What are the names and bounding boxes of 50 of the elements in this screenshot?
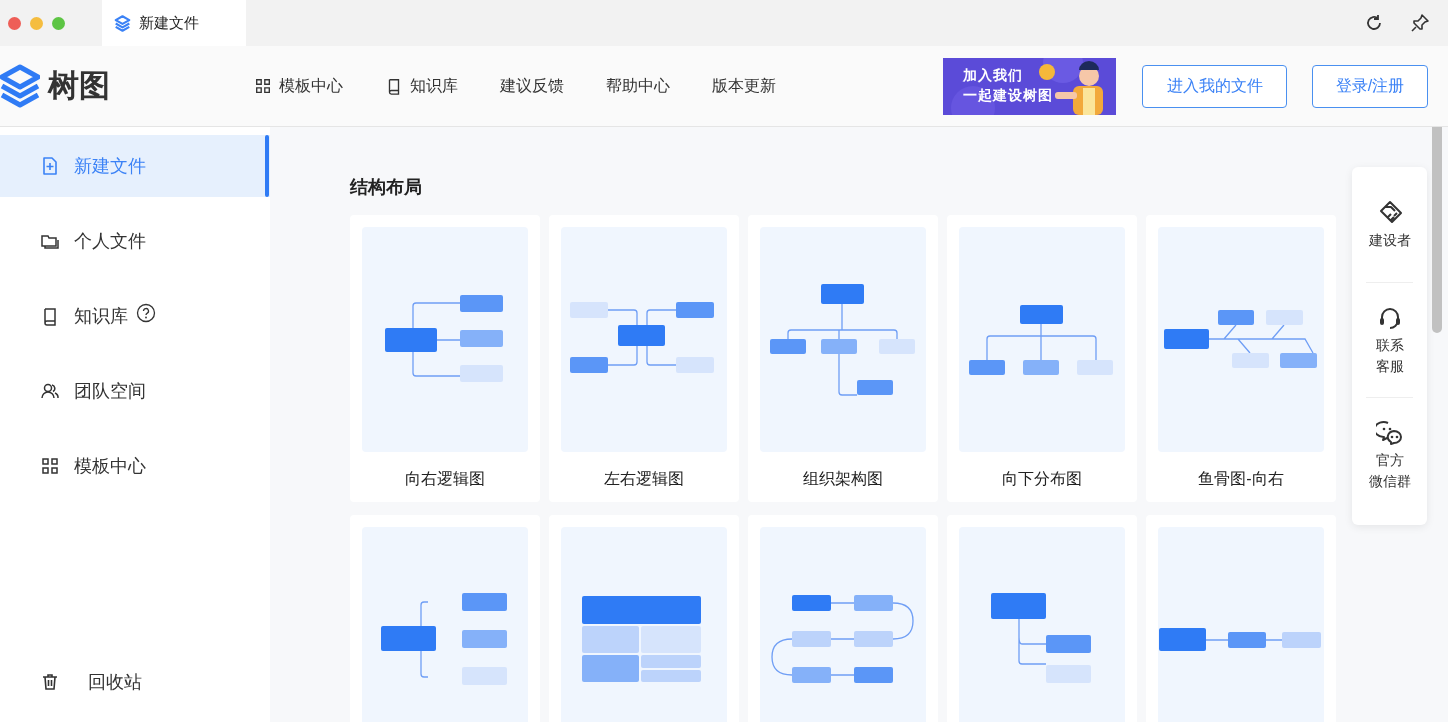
grid-icon — [254, 77, 272, 95]
logo-icon — [114, 14, 131, 32]
nav-link[interactable]: 模板中心 — [254, 74, 343, 98]
nav-link[interactable]: 版本更新 — [712, 74, 776, 98]
template-card[interactable]: 向下分布图 — [947, 215, 1137, 502]
card-label: 鱼骨图-向右 — [1197, 469, 1285, 489]
close-window-button[interactable] — [8, 16, 21, 30]
my-files-button[interactable]: 进入我的文件 — [1142, 64, 1287, 108]
login-button[interactable]: 登录/注册 — [1312, 64, 1428, 108]
scrollbar-thumb[interactable] — [1432, 127, 1442, 333]
template-card[interactable]: 向右逻辑图 — [350, 215, 540, 502]
sidebar-item[interactable]: 个人文件 — [0, 210, 270, 272]
reload-icon[interactable] — [1364, 13, 1384, 33]
template-card[interactable]: 鱼骨图-向右 — [1146, 215, 1336, 502]
banner-text: 一起建设树图 — [963, 85, 1053, 105]
logo-icon — [0, 63, 40, 109]
nav-link[interactable]: 建议反馈 — [500, 74, 564, 98]
nav-link[interactable]: 知识库 — [385, 74, 458, 98]
card-label: 向右逻辑图 — [404, 469, 486, 489]
browser-tab[interactable]: 新建文件 — [102, 0, 246, 46]
card-label: 向下分布图 — [1001, 469, 1083, 489]
template-card[interactable] — [1146, 515, 1336, 722]
template-card[interactable] — [947, 515, 1137, 722]
template-card[interactable] — [748, 515, 938, 722]
template-card[interactable]: 组织架构图 — [748, 215, 938, 502]
sidebar-item[interactable]: 模板中心 — [0, 435, 270, 497]
sidebar-item[interactable]: 知识库 — [0, 285, 270, 347]
trash-icon — [40, 672, 60, 692]
card-label: 组织架构图 — [802, 469, 884, 489]
users-icon — [40, 381, 60, 401]
nav-link[interactable]: 帮助中心 — [606, 74, 670, 98]
banner-text: 加入我们 — [963, 65, 1024, 85]
section-title: 结构布局 — [350, 176, 423, 199]
template-card[interactable] — [549, 515, 739, 722]
pin-icon[interactable] — [1410, 13, 1430, 33]
template-card[interactable] — [350, 515, 540, 722]
template-card[interactable]: 左右逻辑图 — [549, 215, 739, 502]
file-plus-icon — [40, 156, 60, 176]
help-icon[interactable] — [136, 303, 156, 323]
sidebar-item[interactable]: 回收站 — [0, 662, 270, 702]
selection-bar — [265, 135, 269, 197]
side-action-button[interactable]: 官方 微信群 — [1366, 397, 1413, 512]
grid-icon — [40, 456, 60, 476]
side-action-button[interactable]: 建设者 — [1366, 167, 1413, 282]
card-label: 左右逻辑图 — [603, 469, 685, 489]
logo-text: 树图 — [48, 66, 110, 105]
promo-banner[interactable]: 加入我们 一起建设树图 — [943, 57, 1116, 115]
chat-icon — [1375, 418, 1404, 447]
sidebar-item[interactable]: 团队空间 — [0, 360, 270, 422]
side-action-button[interactable]: 联系 客服 — [1366, 282, 1413, 397]
